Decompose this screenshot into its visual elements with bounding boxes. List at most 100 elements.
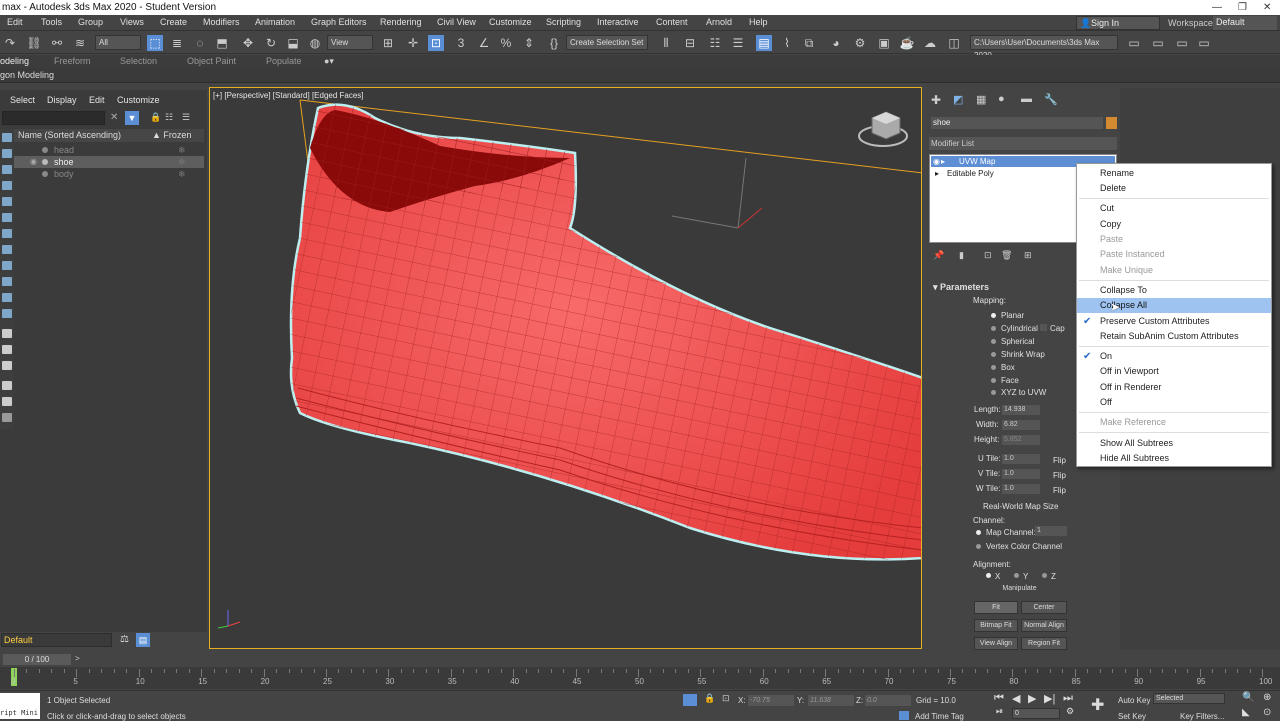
bitmap-fit-button[interactable]: Bitmap Fit — [974, 619, 1018, 632]
maximize-icon[interactable]: ❐ — [1238, 0, 1247, 15]
ribbon-tab-populate[interactable]: Populate — [266, 56, 302, 66]
render-in-cloud-icon[interactable]: ☁ — [922, 35, 938, 51]
maxscript-listener[interactable]: ript Mini — [0, 693, 40, 719]
perspective-viewport[interactable]: [+] [Perspective] [Standard] [Edged Face… — [209, 87, 922, 649]
material-editor-icon[interactable]: ◕ — [828, 35, 844, 51]
display-bones-icon[interactable] — [2, 261, 12, 270]
w-tile-spinner[interactable]: 1.0 — [1002, 484, 1040, 494]
display-none-icon[interactable] — [2, 345, 12, 354]
v-flip-label[interactable]: Flip — [1053, 471, 1066, 480]
display-lights-icon[interactable] — [2, 165, 12, 174]
menu-item-preserve-custom-attributes[interactable]: ✔ Preserve Custom Attributes — [1077, 314, 1271, 329]
eye-icon[interactable]: ◉ — [933, 156, 940, 167]
w-flip-label[interactable]: Flip — [1053, 486, 1066, 495]
u-tile-spinner[interactable]: 1.0 — [1002, 454, 1040, 464]
layer-explorer-icon[interactable]: ☰ — [730, 35, 746, 51]
menu-item-paste-instanced[interactable]: Paste Instanced — [1077, 247, 1271, 262]
column-name[interactable]: Name (Sorted Ascending) — [18, 129, 121, 142]
y-coordinate[interactable]: 11.638 — [808, 695, 854, 706]
menu-item-make-unique[interactable]: Make Unique — [1077, 263, 1271, 278]
explorer-search-input[interactable] — [2, 111, 105, 125]
set-project-icon[interactable]: ▭ — [1126, 35, 1142, 51]
auto-backup-icon[interactable]: ▭ — [1174, 35, 1190, 51]
normal-align-button[interactable]: Normal Align — [1021, 619, 1067, 632]
menu-animation[interactable]: Animation — [255, 17, 295, 27]
explorer-row-shoe[interactable]: ◉ shoe ❄ — [14, 156, 204, 168]
explorer-row-body[interactable]: body ❄ — [14, 168, 204, 180]
menu-arnold[interactable]: Arnold — [706, 17, 732, 27]
menu-views[interactable]: Views — [120, 17, 144, 27]
orbit-icon[interactable]: ⊙ — [1263, 707, 1271, 718]
spinner-snap-icon[interactable]: ⇕ — [521, 35, 537, 51]
snaps-toggle-icon[interactable]: 3 — [453, 35, 469, 51]
next-frame-icon[interactable]: ▶| — [1044, 692, 1055, 705]
hierarchy-icon[interactable]: ☷ — [165, 112, 173, 123]
layer-sort-icon[interactable]: ☰ — [182, 112, 190, 123]
u-flip-label[interactable]: Flip — [1053, 456, 1066, 465]
pin-stack-icon[interactable]: 📌 — [933, 250, 944, 261]
z-coordinate[interactable]: 0.0 — [865, 695, 911, 706]
x-coordinate[interactable]: -70.75 — [748, 695, 794, 706]
display-hidden-icon[interactable] — [2, 309, 12, 318]
explorer-menu-edit[interactable]: Edit — [89, 95, 105, 105]
menu-item-delete[interactable]: Delete — [1077, 181, 1271, 196]
menu-edit[interactable]: Edit — [7, 17, 23, 27]
manipulate-button[interactable]: Manipulate — [972, 583, 1067, 596]
project-folder-dropdown[interactable]: C:\Users\User\Documents\3ds Max 2020 — [970, 35, 1118, 60]
column-frozen[interactable]: ▲ Frozen — [152, 129, 191, 142]
selection-filter-dropdown[interactable]: All — [95, 35, 141, 50]
previous-frame-icon[interactable]: ◀ — [1012, 692, 1020, 705]
rendered-frame-window-icon[interactable]: ▣ — [876, 35, 892, 51]
current-layer-dropdown[interactable]: Default — [1, 633, 112, 647]
menu-item-collapse-to[interactable]: Collapse To — [1077, 283, 1271, 298]
menu-item-copy[interactable]: Copy — [1077, 217, 1271, 232]
explorer-row-head[interactable]: head ❄ — [14, 144, 204, 156]
time-tag-icon[interactable] — [899, 711, 909, 720]
menu-civil-view[interactable]: Civil View — [437, 17, 476, 27]
display-spacewarps-icon[interactable] — [2, 213, 12, 222]
keyboard-shortcut-override-icon[interactable]: ⊡ — [428, 35, 444, 51]
ribbon-tab-selection[interactable]: Selection — [120, 56, 157, 66]
zoom-icon[interactable]: 🔍 — [1242, 692, 1254, 703]
key-mode-icon[interactable]: ⏯ — [996, 706, 1003, 717]
rotate-icon[interactable]: ↻ — [263, 35, 279, 51]
ribbon-tab-object-paint[interactable]: Object Paint — [187, 56, 236, 66]
layer-manager-icon[interactable]: ⚖ — [120, 634, 129, 645]
shoe-mesh[interactable] — [289, 103, 922, 561]
play-icon[interactable]: ▶ — [1028, 692, 1036, 705]
frozen-snowflake-icon[interactable]: ❄ — [178, 156, 186, 168]
parameters-title[interactable]: ▾ Parameters — [933, 282, 989, 293]
radio-spherical[interactable] — [991, 339, 996, 344]
frozen-snowflake-icon[interactable]: ❄ — [178, 168, 186, 180]
eye-icon[interactable]: ◉ — [30, 156, 37, 168]
modifier-list-dropdown[interactable]: Modifier List — [929, 137, 1117, 150]
menu-scripting[interactable]: Scripting — [546, 17, 581, 27]
menu-help[interactable]: Help — [749, 17, 768, 27]
redo-icon[interactable]: ↷ — [2, 35, 18, 51]
explorer-menu-select[interactable]: Select — [10, 95, 35, 105]
modify-tab-icon[interactable]: ◩ — [953, 93, 963, 106]
sync-selection-icon[interactable] — [2, 381, 12, 390]
project-folder-icon[interactable]: ▭ — [1150, 35, 1166, 51]
radio-y[interactable] — [1014, 573, 1019, 578]
menu-item-collapse-all[interactable]: Collapse All — [1077, 298, 1271, 313]
radio-map-channel[interactable] — [976, 530, 981, 535]
selection-lock-icon[interactable]: 🔒 — [704, 693, 715, 704]
length-spinner[interactable]: 14.938 — [1002, 405, 1040, 415]
explorer-toggle-icon[interactable]: ▤ — [136, 633, 150, 647]
menu-customize[interactable]: Customize — [489, 17, 532, 27]
region-fit-button[interactable]: Region Fit — [1021, 637, 1067, 650]
object-name-input[interactable]: shoe — [931, 117, 1103, 129]
filter-icon[interactable]: ▼ — [125, 111, 139, 125]
reference-coord-dropdown[interactable]: View — [327, 35, 373, 50]
set-key-icon[interactable]: ✚ — [1091, 695, 1104, 715]
menu-item-make-reference[interactable]: Make Reference — [1077, 415, 1271, 430]
menu-item-on[interactable]: ✔ On — [1077, 349, 1271, 364]
isolate-selection-icon[interactable] — [683, 694, 697, 706]
display-groups-icon[interactable] — [2, 229, 12, 238]
ribbon-tab-modeling[interactable]: odeling — [0, 56, 29, 66]
v-tile-spinner[interactable]: 1.0 — [1002, 469, 1040, 479]
mirror-icon[interactable]: ⫴ — [658, 35, 674, 51]
display-xrefs-icon[interactable] — [2, 245, 12, 254]
menu-group[interactable]: Group — [78, 17, 103, 27]
